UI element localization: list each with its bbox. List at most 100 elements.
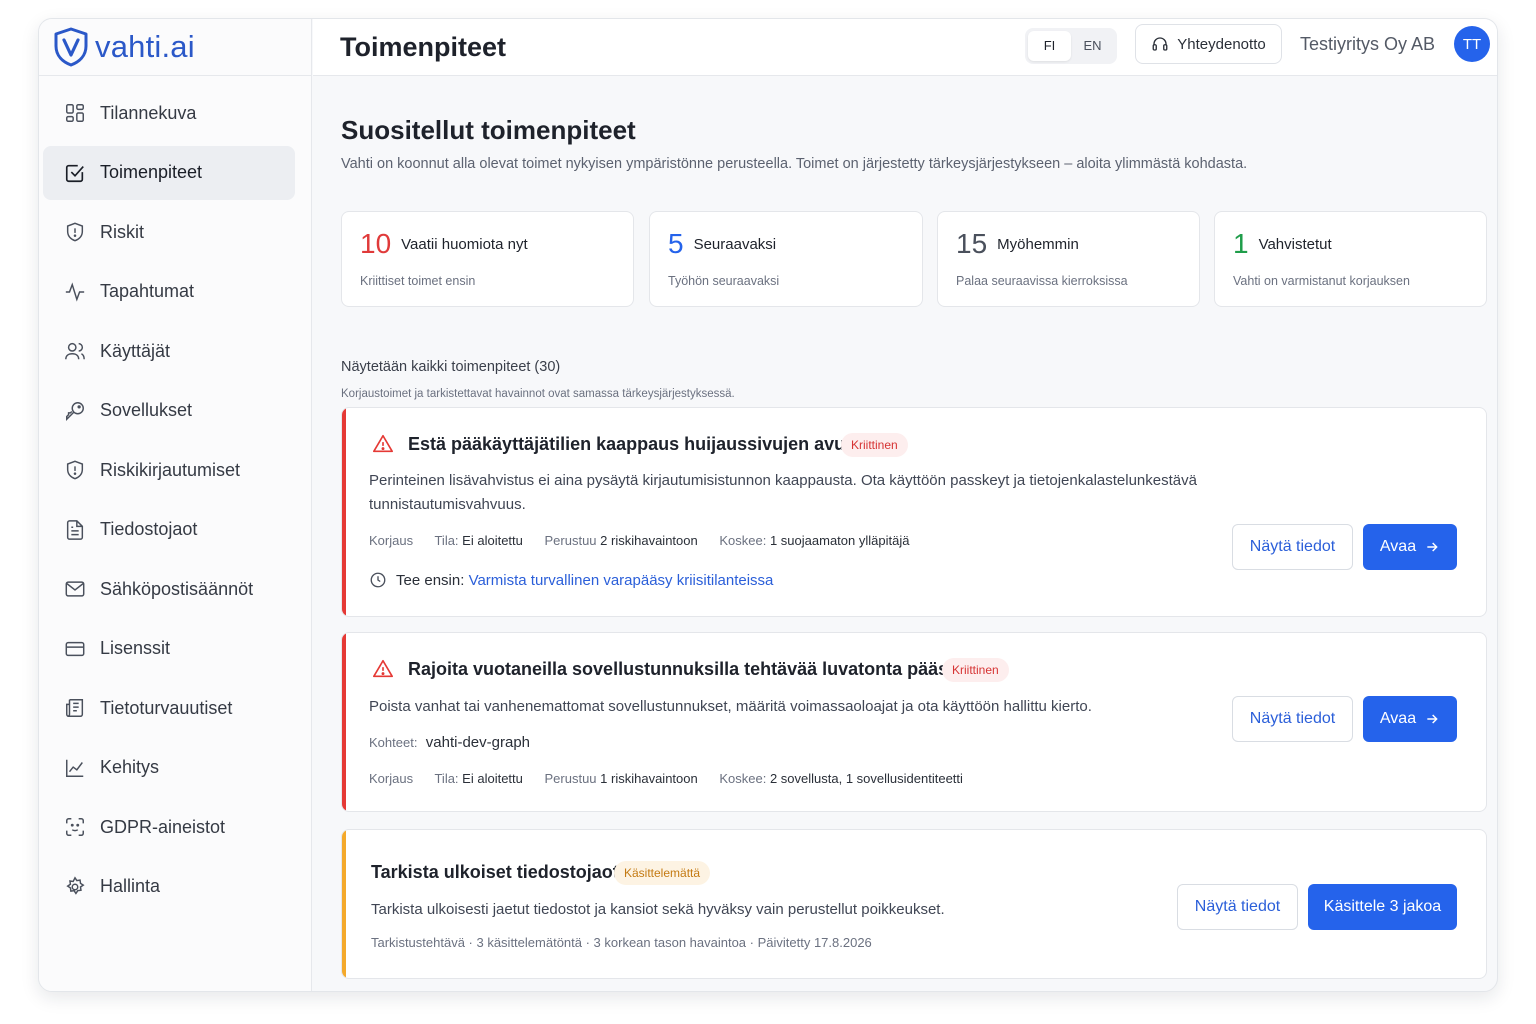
company-name[interactable]: Testiyritys Oy AB <box>1300 34 1435 55</box>
lang-fi-button[interactable]: FI <box>1028 31 1071 61</box>
sidebar-item-tapahtumat[interactable]: Tapahtumat <box>43 265 295 319</box>
sidebar-item-riskit[interactable]: Riskit <box>43 205 295 259</box>
open-button[interactable]: Avaa <box>1363 696 1457 742</box>
sidebar-item-label: Riskikirjautumiset <box>100 459 241 480</box>
do-first-link[interactable]: Varmista turvallinen varapääsy kriisitil… <box>469 572 774 589</box>
card-meta: Tarkistustehtävä · 3 käsittelemätöntä · … <box>371 935 872 950</box>
sidebar-item-label: Sähköpostisäännöt <box>100 578 254 599</box>
sidebar-item-riskikirjautumiset[interactable]: Riskikirjautumiset <box>43 443 295 497</box>
meta-affects: 2 sovellusta, 1 sovellusidentiteetti <box>769 771 963 786</box>
stat-number: 15 <box>956 228 988 259</box>
targets-value: vahti-dev-graph <box>425 734 531 751</box>
sidebar-item-label: Tiedostojaot <box>100 519 198 539</box>
sidebar-item-toimenpiteet[interactable]: Toimenpiteet <box>43 145 295 200</box>
arrow-right-icon <box>1427 714 1438 724</box>
sidebar-item-sovellukset[interactable]: Sovellukset <box>43 384 295 438</box>
newspaper-icon <box>63 696 87 720</box>
sidebar-item-label: Hallinta <box>100 876 161 896</box>
stat-card-now[interactable]: 10 Vaatii huomiota nyt Kriittiset toimet … <box>341 211 634 307</box>
stat-sub: Työhön seuraavaksi <box>668 274 780 288</box>
shield-alert-icon <box>63 220 87 244</box>
show-details-button[interactable]: Näytä tiedot <box>1232 524 1353 570</box>
sidebar-item-tietoturvauutiset[interactable]: Tietoturvauutiset <box>43 681 295 735</box>
show-details-button[interactable]: Näytä tiedot <box>1232 696 1353 742</box>
do-first-row: Tee ensin: Varmista turvallinen varapääs… <box>369 571 773 589</box>
activity-icon <box>63 280 87 304</box>
card-description: Poista vanhat tai vanhenemattomat sovell… <box>369 698 1092 715</box>
meta-basis-label: Perustuu <box>544 771 597 786</box>
sidebar-item-label: Sovellukset <box>100 400 193 420</box>
stat-number: 10 <box>360 228 392 259</box>
sidebar-nav: Tilannekuva Toimenpiteet Riskit Tapahtum… <box>39 76 311 914</box>
card-title[interactable]: Estä pääkäyttäjätilien kaappaus huijauss… <box>408 434 865 455</box>
open-label: Avaa <box>1379 538 1417 555</box>
contact-button[interactable]: Yhteydenotto <box>1135 24 1282 64</box>
card-description: Perinteinen lisävahvistus ei aina pysäyt… <box>369 472 1197 513</box>
avatar[interactable]: TT <box>1454 26 1490 62</box>
sidebar-item-gdpr-aineistot[interactable]: GDPR-aineistot <box>43 800 295 854</box>
gear-icon <box>63 875 87 899</box>
headset-icon <box>1152 37 1168 51</box>
stat-card-verified[interactable]: 1 Vahvistetut Vahti on varmistanut korjau… <box>1214 211 1487 307</box>
section-heading: Suositellut toimenpiteet <box>341 115 636 145</box>
list-title: Näytetään kaikki toimenpiteet (30) <box>341 359 561 375</box>
open-button[interactable]: Avaa <box>1363 524 1457 570</box>
card-title[interactable]: Rajoita vuotaneilla sovellustunnuksilla … <box>408 659 968 680</box>
sidebar-item-label: GDPR-aineistot <box>100 816 226 837</box>
scan-face-icon <box>63 815 87 839</box>
handle-shares-button[interactable]: Käsittele 3 jakoa <box>1308 884 1457 930</box>
status-badge: Kriittinen <box>942 658 1009 682</box>
shield-logo-icon <box>54 27 88 67</box>
sidebar-item-label: Tilannekuva <box>100 102 197 123</box>
targets-row: Kohteet: vahti-dev-graph <box>369 734 530 751</box>
meta-basis: 1 riskihavaintoon <box>600 771 698 786</box>
sidebar-item-tilannekuva[interactable]: Tilannekuva <box>43 86 295 140</box>
warning-icon <box>373 434 393 453</box>
sidebar-item-label: Tietoturvauutiset <box>100 697 233 718</box>
sidebar-item-kehitys[interactable]: Kehitys <box>43 741 295 795</box>
page-title: Toimenpiteet <box>340 31 507 62</box>
sidebar-item-kayttajat[interactable]: Käyttäjät <box>43 324 295 378</box>
stat-card-later[interactable]: 15 Myöhemmin Palaa seuraavissa kierroksis… <box>937 211 1200 307</box>
stat-card-next[interactable]: 5 Seuraavaksi Työhön seuraavaksi <box>649 211 923 307</box>
card-title[interactable]: Tarkista ulkoiset tiedostojaot <box>371 862 619 883</box>
stat-sub: Kriittiset toimet ensin <box>360 274 476 288</box>
severity-bar <box>342 633 346 811</box>
line-chart-icon <box>63 756 87 780</box>
sidebar-item-label: Käyttäjät <box>100 340 171 361</box>
lang-en-button[interactable]: EN <box>1071 31 1114 61</box>
users-icon <box>63 339 87 363</box>
sidebar-item-tiedostojaot[interactable]: Tiedostojaot <box>43 503 295 557</box>
status-badge: Kriittinen <box>841 433 908 457</box>
meta-status: Ei aloitettu <box>462 771 523 786</box>
stat-label: Myöhemmin <box>997 235 1079 253</box>
sidebar-item-hallinta[interactable]: Hallinta <box>43 860 295 914</box>
list-subtitle: Korjaustoimet ja tarkistettavat havainno… <box>341 388 735 400</box>
stat-sub: Palaa seuraavissa kierroksissa <box>956 274 1128 288</box>
brand[interactable]: vahti.ai <box>39 19 311 76</box>
stat-label: Vahvistetut <box>1258 235 1332 253</box>
sidebar-item-sahkopostisaannot[interactable]: Sähköpostisäännöt <box>43 562 295 616</box>
action-card: Estä pääkäyttäjätilien kaappaus huijauss… <box>341 407 1487 617</box>
section-intro: Vahti on koonnut alla olevat toimet nyky… <box>341 156 1248 172</box>
check-square-icon <box>63 161 87 185</box>
card-meta: Korjaus Tila: Ei aloitettu Perustuu 1 ri… <box>369 771 963 786</box>
show-details-button[interactable]: Näytä tiedot <box>1177 884 1298 930</box>
file-icon <box>63 518 87 542</box>
severity-bar <box>342 830 346 978</box>
sidebar-item-label: Riskit <box>100 221 144 242</box>
meta-affects-label: Koskee: <box>719 533 767 548</box>
sidebar-item-label: Toimenpiteet <box>100 162 203 182</box>
meta-type: Korjaus <box>369 771 414 786</box>
key-icon <box>63 399 87 423</box>
sidebar-item-label: Lisenssit <box>100 638 171 658</box>
arrow-right-icon <box>1427 542 1438 552</box>
meta-status-label: Tila: <box>434 533 459 548</box>
stat-label: Seuraavaksi <box>693 235 777 253</box>
meta-status: Ei aloitettu <box>462 533 523 548</box>
sidebar-item-lisenssit[interactable]: Lisenssit <box>43 622 295 676</box>
stat-number: 5 <box>668 228 684 259</box>
meta-basis: 2 riskihavaintoon <box>600 533 698 548</box>
meta-status-label: Tila: <box>434 771 459 786</box>
stat-number: 1 <box>1233 228 1249 259</box>
